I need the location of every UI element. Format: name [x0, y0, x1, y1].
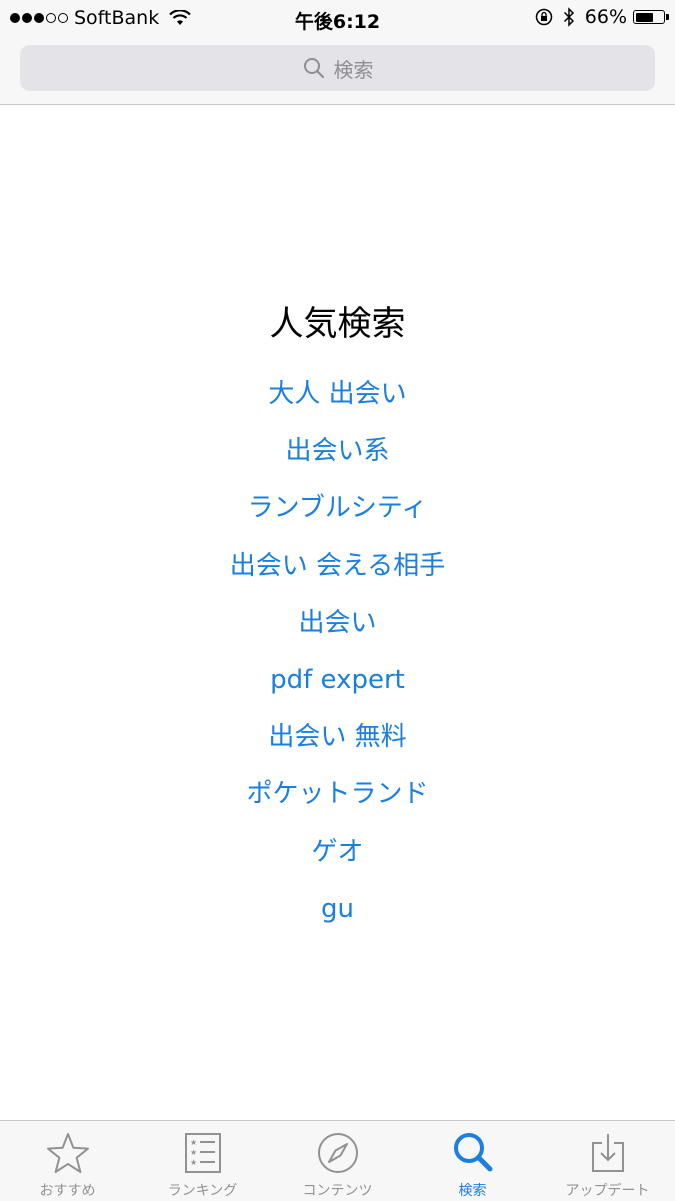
battery-percentage: 66% [584, 6, 627, 28]
trending-item[interactable]: ランブルシティ [0, 480, 675, 537]
tab-label: コンテンツ [302, 1183, 373, 1199]
trending-item[interactable]: 出会い 会える相手 [0, 538, 675, 595]
status-right: 66% [535, 6, 669, 28]
battery-icon [633, 10, 669, 24]
tab-label: 検索 [458, 1183, 487, 1199]
search-placeholder: 検索 [333, 57, 374, 82]
compass-icon [317, 1133, 358, 1173]
trending-item[interactable]: pdf expert [0, 652, 675, 709]
trending-item[interactable]: 出会い [0, 595, 675, 652]
tab-label: アップデート [565, 1183, 650, 1199]
trending-list: 大人 出会い 出会い系 ランブルシティ 出会い 会える相手 出会い pdf ex… [0, 366, 675, 938]
tab-label: おすすめ [39, 1183, 96, 1199]
update-download-icon [591, 1134, 624, 1172]
trending-item[interactable]: gu [0, 881, 675, 938]
trending-item[interactable]: ゲオ [0, 824, 675, 881]
tab-ranking[interactable]: ★ ★ ★ ランキング [135, 1121, 270, 1201]
search-header: 検索 [0, 36, 675, 105]
trending-item[interactable]: ポケットランド [0, 766, 675, 823]
rotation-lock-icon [535, 8, 553, 26]
tab-explore[interactable]: コンテンツ [270, 1121, 405, 1201]
trending-item[interactable]: 大人 出会い [0, 366, 675, 423]
search-icon [303, 58, 324, 79]
star-icon [46, 1133, 89, 1173]
tab-bar: おすすめ ★ ★ ★ ランキング コンテンツ 検索 アップデート [0, 1120, 675, 1201]
svg-text:★: ★ [190, 1138, 197, 1147]
trending-item[interactable]: 出会い系 [0, 423, 675, 480]
status-bar: SoftBank 午後6:12 66% [0, 0, 675, 36]
svg-text:★: ★ [190, 1148, 197, 1157]
svg-text:★: ★ [190, 1158, 197, 1167]
trending-item[interactable]: 出会い 無料 [0, 709, 675, 766]
tab-updates[interactable]: アップデート [540, 1121, 675, 1201]
tab-search[interactable]: 検索 [405, 1121, 540, 1201]
tab-label: ランキング [167, 1183, 238, 1199]
search-icon [453, 1133, 492, 1172]
trending-title: 人気検索 [269, 304, 406, 344]
search-input[interactable]: 検索 [20, 45, 655, 91]
trending-section: 人気検索 大人 出会い 出会い系 ランブルシティ 出会い 会える相手 出会い p… [0, 296, 675, 938]
ranking-list-icon: ★ ★ ★ [184, 1133, 221, 1173]
bluetooth-icon [563, 7, 574, 27]
tab-featured[interactable]: おすすめ [0, 1121, 135, 1201]
